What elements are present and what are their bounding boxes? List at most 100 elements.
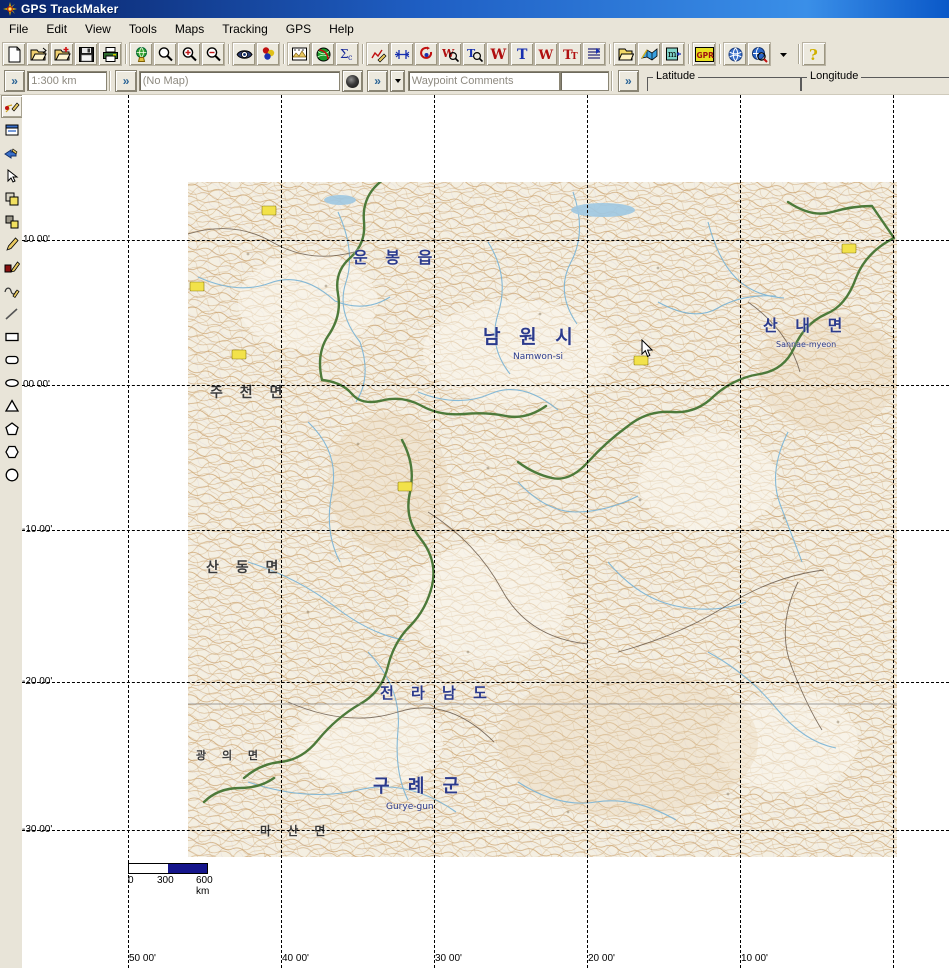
window-select-tool[interactable] xyxy=(1,118,23,141)
print-icon[interactable] xyxy=(98,42,122,66)
line-tool[interactable] xyxy=(1,302,23,325)
profile-chart-icon[interactable] xyxy=(287,42,311,66)
menu-item-edit[interactable]: Edit xyxy=(37,20,76,38)
save-file-icon[interactable] xyxy=(74,42,98,66)
balloons-icon[interactable] xyxy=(256,42,280,66)
latitude-label: Latitude xyxy=(653,69,699,82)
eye-icon[interactable] xyxy=(232,42,256,66)
scale-chevron-button[interactable]: » xyxy=(4,70,26,92)
toolbar-separator xyxy=(107,70,114,92)
longitude-tick-label: 50 00' xyxy=(129,953,156,964)
latitude-tick-label: 00 00' xyxy=(23,379,50,390)
map-label-unbong: 운 봉 읍 xyxy=(353,248,439,267)
help-icon[interactable]: ? xyxy=(802,42,826,66)
pencil-tool[interactable] xyxy=(1,233,23,256)
curve-tool[interactable] xyxy=(1,279,23,302)
toolbar-separator xyxy=(685,43,692,65)
open-add-file-icon[interactable] xyxy=(50,42,74,66)
grid-line-vertical xyxy=(128,95,129,968)
map-chevron-button[interactable]: » xyxy=(115,70,137,92)
new-file-icon[interactable] xyxy=(2,42,26,66)
menu-item-gps[interactable]: GPS xyxy=(277,20,320,38)
waypoint-chevron-button[interactable]: » xyxy=(366,70,389,92)
menu-item-help[interactable]: Help xyxy=(320,20,363,38)
scale-input[interactable]: 1:300 km xyxy=(27,71,107,91)
waypoint-dropdown-button[interactable] xyxy=(390,70,405,92)
triangle-tool[interactable] xyxy=(1,394,23,417)
scale-label-end: 600 km xyxy=(196,875,213,897)
scale-label-middle: 300 xyxy=(157,875,174,886)
pentagon-tool[interactable] xyxy=(1,417,23,440)
blue-globe-icon[interactable] xyxy=(723,42,747,66)
copy-shape-tool[interactable] xyxy=(1,187,23,210)
track-edit-icon[interactable] xyxy=(366,42,390,66)
grid-line-horizontal xyxy=(22,530,949,531)
grid-line-vertical xyxy=(281,95,282,968)
menu-item-maps[interactable]: Maps xyxy=(166,20,213,38)
rectangle-tool[interactable] xyxy=(1,325,23,348)
waypoint-comments-input[interactable]: Waypoint Comments xyxy=(407,71,561,91)
pointer-tool[interactable] xyxy=(1,164,23,187)
ellipse-tool[interactable] xyxy=(1,371,23,394)
menu-item-tools[interactable]: Tools xyxy=(120,20,166,38)
zoom-in-icon[interactable] xyxy=(177,42,201,66)
arrow-paint-tool[interactable] xyxy=(1,141,23,164)
green-globe-icon[interactable] xyxy=(311,42,335,66)
menu-item-tracking[interactable]: Tracking xyxy=(213,20,277,38)
hexagon-tool[interactable] xyxy=(1,440,23,463)
svg-text:m: m xyxy=(668,50,677,60)
map-canvas[interactable]: 운 봉 읍 남 원 시 Namwon-si 산 내 면 Sannae-myeon… xyxy=(22,95,949,968)
circle-tool[interactable] xyxy=(1,463,23,486)
sunburst-icon xyxy=(3,2,17,16)
menu-item-view[interactable]: View xyxy=(76,20,120,38)
longitude-tick-label: 20 00' xyxy=(588,953,615,964)
globe-icon[interactable] xyxy=(129,42,153,66)
latitude-groupbox: Latitude xyxy=(647,69,802,91)
tool-palette xyxy=(0,95,23,968)
search-icon[interactable] xyxy=(153,42,177,66)
toolbar-separator xyxy=(359,43,366,65)
eraser-tool[interactable] xyxy=(1,256,23,279)
yellow-folder-icon[interactable] xyxy=(613,42,637,66)
color-map-icon[interactable] xyxy=(637,42,661,66)
map-select-input[interactable]: (No Map) xyxy=(138,71,340,91)
map-label-namwon: 남 원 시 xyxy=(483,326,579,348)
dropdown-arrow-icon[interactable] xyxy=(771,42,795,66)
svg-text:W: W xyxy=(490,47,507,63)
coordinate-group: Latitude Longitude xyxy=(647,69,949,92)
grid-line-horizontal xyxy=(22,682,949,683)
select-pencil-tool[interactable] xyxy=(1,95,23,118)
paste-shape-tool[interactable] xyxy=(1,210,23,233)
menu-item-file[interactable]: File xyxy=(0,20,37,38)
longitude-groupbox: Longitude xyxy=(801,69,949,91)
grid-line-horizontal xyxy=(22,830,949,831)
secondary-blank-input[interactable] xyxy=(560,71,609,91)
text-t-icon[interactable]: T T xyxy=(558,42,582,66)
open-file-icon[interactable] xyxy=(26,42,50,66)
globe-search-icon[interactable] xyxy=(747,42,771,66)
rounded-rect-tool[interactable] xyxy=(1,348,23,371)
meter-icon[interactable]: m xyxy=(661,42,685,66)
svg-text:W: W xyxy=(538,48,554,63)
svg-text:T: T xyxy=(571,52,578,62)
toolbar-separator xyxy=(795,43,802,65)
sigma-icon[interactable]: Σ c xyxy=(335,42,359,66)
gprs-icon[interactable]: GPRS xyxy=(692,42,716,66)
svg-text:GPRS: GPRS xyxy=(696,51,714,60)
list-icon[interactable] xyxy=(582,42,606,66)
text-w-icon[interactable]: W xyxy=(534,42,558,66)
zoom-out-icon[interactable] xyxy=(201,42,225,66)
coordinate-chevron-button[interactable]: » xyxy=(617,70,640,92)
trackpoint-search-icon[interactable]: T xyxy=(462,42,486,66)
latitude-tick-label: 10 00' xyxy=(23,234,50,245)
datum-dot-icon[interactable] xyxy=(341,70,363,92)
waypoint-icon[interactable]: W xyxy=(486,42,510,66)
svg-text:W: W xyxy=(442,47,455,60)
grid-line-vertical xyxy=(587,95,588,968)
waypoint-search-icon[interactable]: W xyxy=(438,42,462,66)
rotate-icon[interactable] xyxy=(414,42,438,66)
svg-text:c: c xyxy=(348,53,353,62)
toolbar-separator xyxy=(122,43,129,65)
point-join-icon[interactable] xyxy=(390,42,414,66)
trackpoint-icon[interactable]: T xyxy=(510,42,534,66)
